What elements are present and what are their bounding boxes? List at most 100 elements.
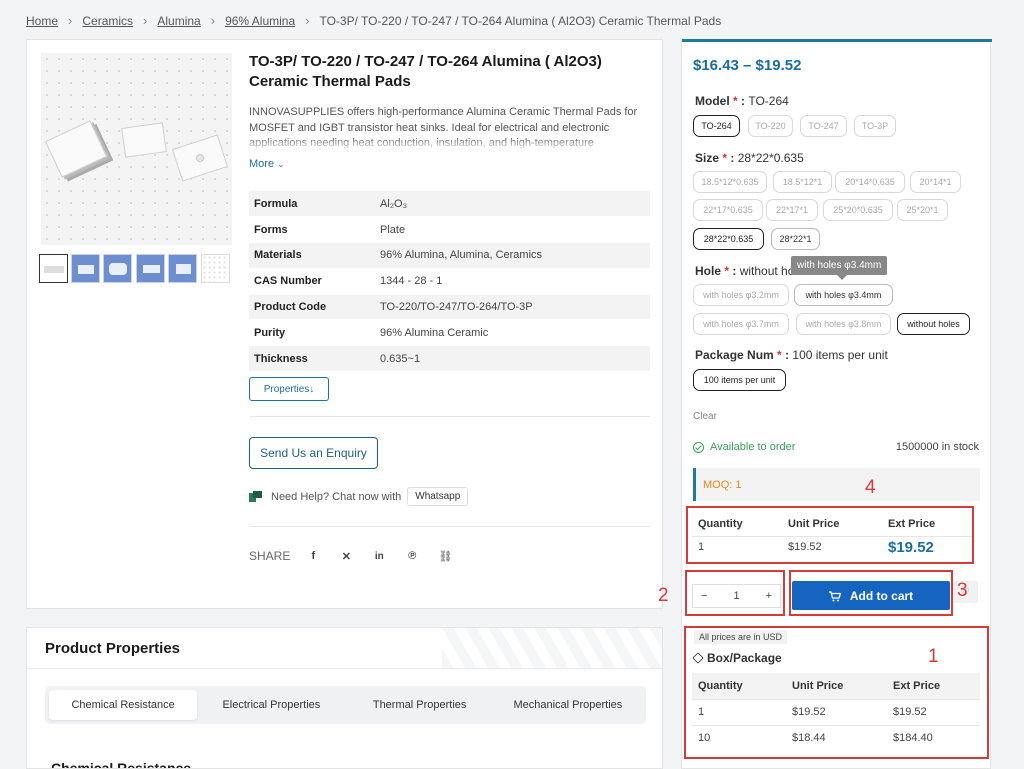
whatsapp-button[interactable]: Whatsapp bbox=[407, 487, 469, 506]
accent-bar bbox=[682, 39, 992, 42]
help-text: Need Help? Chat now with bbox=[271, 490, 402, 503]
chevron-right-icon: › bbox=[305, 13, 310, 28]
spec-key: Product Code bbox=[249, 294, 375, 321]
pinterest-icon[interactable]: ℗ bbox=[407, 550, 417, 562]
annotation-box-3 bbox=[789, 570, 953, 616]
product-properties-card: Product Properties Chemical Resistance E… bbox=[26, 627, 663, 769]
spec-key: Formula bbox=[249, 191, 375, 218]
price-range: $16.43 – $19.52 bbox=[693, 57, 802, 74]
tab-electrical-properties[interactable]: Electrical Properties bbox=[197, 690, 345, 720]
model-option-to-220[interactable]: TO-220 bbox=[748, 115, 793, 137]
size-label-text: Size bbox=[695, 151, 720, 165]
clear-link[interactable]: Clear bbox=[693, 411, 717, 422]
hole-tooltip: with holes φ3.4mm bbox=[791, 256, 888, 280]
stock-count: 1500000 in stock bbox=[895, 441, 979, 453]
breadcrumb-link-96-alumina[interactable]: 96% Alumina bbox=[225, 14, 295, 28]
chevron-right-icon: › bbox=[210, 13, 216, 28]
spec-row: Product Code TO-220/TO-247/TO-264/TO-3P bbox=[249, 294, 650, 321]
hole-label-text: Hole bbox=[695, 264, 722, 278]
pad-with-hole bbox=[171, 134, 229, 182]
annotation-number-1: 1 bbox=[928, 646, 939, 667]
size-option[interactable]: 25*20*1 bbox=[897, 199, 948, 221]
hole-option-selected[interactable]: without holes bbox=[897, 313, 970, 335]
send-enquiry-button[interactable]: Send Us an Enquiry bbox=[249, 437, 378, 469]
size-label: Size * : 28*22*0.635 bbox=[695, 151, 804, 165]
spec-row: Purity 96% Alumina Ceramic bbox=[249, 319, 650, 347]
breadcrumb-link-ceramics[interactable]: Ceramics bbox=[82, 14, 133, 28]
x-icon[interactable]: ✕ bbox=[341, 550, 351, 563]
hole-option[interactable]: with holes φ3.2mm bbox=[693, 284, 789, 306]
spec-row: Thickness 0.635~1 bbox=[249, 345, 650, 373]
size-option[interactable]: 25*20*0.635 bbox=[823, 199, 893, 221]
properties-title: Product Properties bbox=[45, 640, 181, 657]
check-circle-icon bbox=[693, 441, 704, 453]
size-option[interactable]: 28*22*1 bbox=[771, 228, 820, 250]
product-title: TO-3P/ TO-220 / TO-247 / TO-264 Alumina … bbox=[249, 53, 602, 90]
spec-value: TO-220/TO-247/TO-264/TO-3P bbox=[375, 294, 650, 321]
annotation-box-4 bbox=[686, 506, 974, 564]
thumbnail-4[interactable] bbox=[136, 254, 165, 283]
spec-key: Purity bbox=[249, 319, 375, 347]
spec-key: Forms bbox=[249, 216, 375, 244]
breadcrumb-link-alumina[interactable]: Alumina bbox=[157, 14, 200, 28]
model-option-to-247[interactable]: TO-247 bbox=[800, 115, 847, 137]
spec-row: Materials 96% Alumina, Alumina, Ceramics bbox=[249, 242, 650, 269]
package-option-selected[interactable]: 100 items per unit bbox=[693, 369, 786, 391]
size-value: 28*22*0.635 bbox=[737, 151, 804, 165]
annotation-box-1 bbox=[684, 626, 989, 759]
help-chat: Need Help? Chat now with Whatsapp bbox=[249, 487, 469, 506]
chevron-right-icon: › bbox=[143, 13, 148, 28]
more-label: More bbox=[249, 158, 275, 170]
thumbnail-6[interactable] bbox=[201, 254, 230, 283]
spec-value[interactable]: 96% Alumina, Alumina, Ceramics bbox=[375, 242, 650, 269]
link-icon[interactable]: ⛓ bbox=[438, 550, 452, 563]
spec-row: Formula Al₂O₃ bbox=[249, 191, 650, 218]
spec-value: 1344 - 28 - 1 bbox=[375, 268, 650, 295]
package-label-text: Package Num bbox=[695, 348, 774, 362]
size-option[interactable]: 20*14*0.635 bbox=[835, 171, 905, 193]
divider bbox=[249, 416, 650, 417]
properties-tabs: Chemical Resistance Electrical Propertie… bbox=[45, 686, 646, 724]
spec-key: CAS Number bbox=[249, 268, 375, 295]
share-bar: SHARE f ✕ in ℗ ⛓ bbox=[249, 549, 452, 563]
linkedin-icon[interactable]: in bbox=[374, 550, 384, 562]
thumbnail-1[interactable] bbox=[39, 254, 68, 283]
size-option[interactable]: 22*17*0.635 bbox=[693, 199, 763, 221]
product-main-image[interactable] bbox=[41, 53, 232, 245]
model-option-to-3p[interactable]: TO-3P bbox=[854, 115, 896, 137]
size-option[interactable]: 18.5*12*1 bbox=[773, 171, 832, 193]
thumbnail-2[interactable] bbox=[71, 254, 100, 283]
divider bbox=[27, 668, 662, 669]
chevron-down-icon: ⌄ bbox=[277, 159, 285, 169]
spec-row: CAS Number 1344 - 28 - 1 bbox=[249, 268, 650, 295]
breadcrumb-link-home[interactable]: Home bbox=[26, 14, 58, 28]
thumbnail-3[interactable] bbox=[103, 254, 132, 283]
spec-row: Forms Plate bbox=[249, 216, 650, 244]
spec-value: 0.635~1 bbox=[375, 345, 650, 373]
tab-chemical-resistance[interactable]: Chemical Resistance bbox=[49, 690, 198, 720]
size-option[interactable]: 20*14*1 bbox=[910, 171, 961, 193]
pad-single bbox=[121, 122, 167, 158]
breadcrumb: Home › Ceramics › Alumina › 96% Alumina › TO… bbox=[26, 13, 721, 28]
hole-option-hover[interactable]: with holes φ3.4mm bbox=[794, 284, 893, 306]
product-card: TO-3P/ TO-220 / TO-247 / TO-264 Alumina … bbox=[26, 39, 663, 609]
tab-mechanical-properties[interactable]: Mechanical Properties bbox=[494, 690, 642, 720]
model-value: TO-264 bbox=[748, 94, 789, 108]
spec-value[interactable]: Plate bbox=[375, 216, 650, 244]
properties-button[interactable]: Properties↓ bbox=[249, 377, 329, 401]
hole-option[interactable]: with holes φ3.7mm bbox=[693, 313, 789, 335]
spec-value[interactable]: Al₂O₃ bbox=[375, 191, 650, 218]
thumbnail-5[interactable] bbox=[168, 254, 197, 283]
hole-option[interactable]: with holes φ3.8mm bbox=[796, 313, 891, 335]
size-option[interactable]: 18.5*12*0.635 bbox=[693, 171, 767, 193]
model-option-to-264[interactable]: TO-264 bbox=[693, 115, 740, 137]
more-link[interactable]: More ⌄ bbox=[249, 158, 285, 170]
size-option[interactable]: 22*17*1 bbox=[766, 199, 818, 221]
breadcrumb-current: TO-3P/ TO-220 / TO-247 / TO-264 Alumina … bbox=[319, 13, 722, 28]
section-heading: Chemical Resistance bbox=[51, 760, 192, 769]
size-option-selected[interactable]: 28*22*0.635 bbox=[693, 228, 764, 250]
chevron-right-icon: › bbox=[68, 13, 73, 28]
tab-thermal-properties[interactable]: Thermal Properties bbox=[346, 690, 494, 720]
facebook-icon[interactable]: f bbox=[308, 550, 318, 562]
package-value: 100 items per unit bbox=[792, 348, 888, 362]
